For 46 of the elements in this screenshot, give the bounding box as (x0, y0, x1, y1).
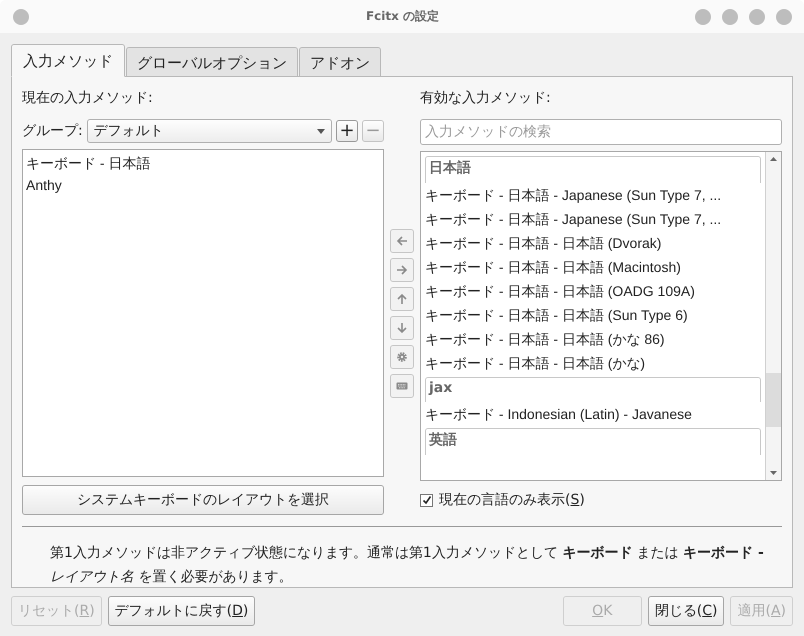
dialog-button[interactable]: 閉じる(C) (648, 596, 724, 626)
list-item[interactable]: キーボード - Indonesian (Latin) - Javanese (425, 402, 761, 426)
arrow-icon (396, 264, 408, 276)
window-title: Fcitx の設定 (366, 8, 440, 25)
list-item[interactable]: キーボード - 日本語 - 日本語 (Sun Type 6) (425, 303, 761, 327)
scroll-up-icon (770, 157, 777, 161)
tab[interactable]: アドオン (299, 47, 381, 77)
window-control-button[interactable] (722, 8, 738, 24)
list-item[interactable]: キーボード - 日本語 - 日本語 (かな 86) (425, 327, 761, 351)
checkbox-label[interactable]: 現在の言語のみ表示(S) (439, 491, 585, 509)
info-message: 第1入力メソッドは非アクティブ状態になります。通常は第1入力メソッドとして キーボード または キーボード - レイアウト名 を置く必要があります。 (50, 544, 765, 587)
search-field[interactable]: 入力メソッドの検索 (420, 119, 782, 145)
checkbox[interactable] (420, 494, 433, 506)
gear-icon (396, 351, 408, 363)
window-control-button[interactable] (695, 8, 711, 24)
keyboard-icon (396, 380, 408, 392)
list-item[interactable]: キーボード - 日本語 - 日本語 (OADG 109A) (425, 279, 761, 303)
list-item[interactable]: Anthy (26, 174, 380, 196)
list-item[interactable]: キーボード - 日本語 - 日本語 (かな) (425, 351, 761, 375)
list-item[interactable]: キーボード - 日本語 - Japanese (Sun Type 7, ... (425, 183, 761, 207)
window-menu-button[interactable] (13, 8, 29, 24)
list-item[interactable]: キーボード - 日本語 - Japanese (Sun Type 7, ... (425, 207, 761, 231)
close-button[interactable] (776, 8, 792, 24)
layout-button[interactable]: システムキーボードのレイアウトを選択 (22, 485, 384, 515)
scrollbar-thumb[interactable] (766, 373, 781, 427)
group-header: 英語 (425, 428, 761, 455)
list-item[interactable]: キーボード - 日本語 - 日本語 (Dvorak) (425, 231, 761, 255)
dialog-button[interactable]: デフォルトに戻す(D) (108, 596, 256, 626)
window-control-button[interactable] (749, 8, 765, 24)
scroll-down-icon (770, 471, 777, 475)
arrow-icon (396, 293, 408, 305)
tab[interactable]: グローバルオプション (126, 47, 298, 77)
arrow-icon (396, 322, 408, 334)
section-heading: 現在の入力メソッド: (22, 89, 153, 107)
tab[interactable]: 入力メソッド (11, 44, 125, 77)
group-header: 日本語 (425, 156, 761, 183)
group-dropdown[interactable]: デフォルト (86, 119, 332, 143)
list-item[interactable]: キーボード - 日本語 - 日本語 (Macintosh) (425, 255, 761, 279)
group-label: グループ: (22, 122, 83, 140)
list-item[interactable]: キーボード - 日本語 (26, 152, 380, 174)
add-button[interactable]: + (336, 120, 358, 142)
section-heading: 有効な入力メソッド: (420, 89, 551, 107)
group-header: jax (425, 377, 761, 402)
scrollbar[interactable] (765, 152, 781, 480)
arrow-icon (396, 235, 408, 247)
caret-icon (317, 128, 325, 134)
